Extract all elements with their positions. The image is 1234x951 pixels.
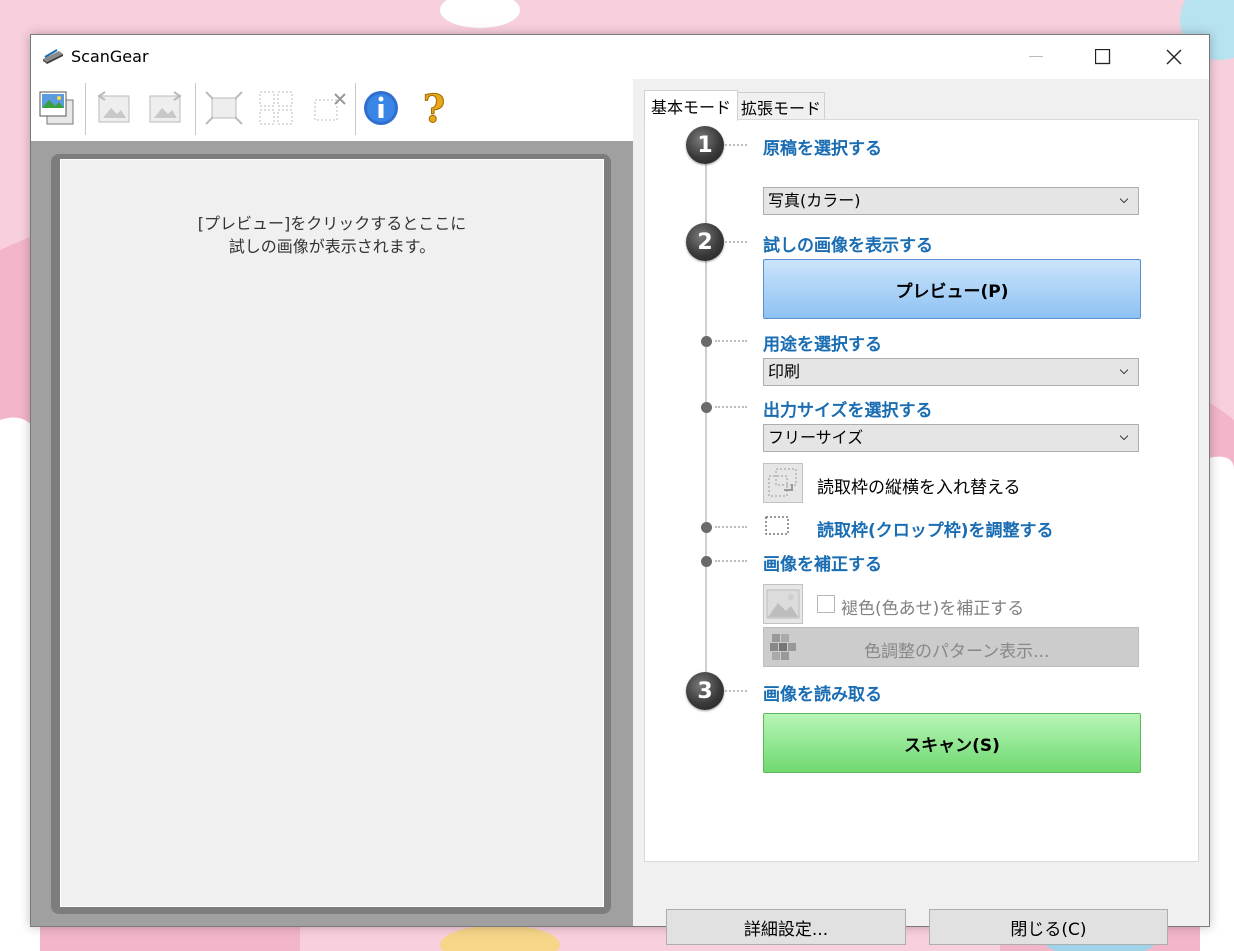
select-source-label: 原稿を選択する [763, 139, 882, 159]
image-correction-label: 画像を補正する [763, 555, 882, 575]
output-size-select[interactable]: フリーサイズ [763, 424, 1139, 452]
toolbar-separator [355, 83, 356, 135]
preview-frame: [プレビュー]をクリックするとここに 試しの画像が表示されます。 [51, 154, 611, 914]
preview-placeholder-text: [プレビュー]をクリックするとここに 試しの画像が表示されます。 [61, 212, 603, 258]
thumbnail-view-icon[interactable] [37, 86, 77, 130]
preview-canvas[interactable]: [プレビュー]をクリックするとここに 試しの画像が表示されます。 [60, 159, 604, 907]
landscape-image-icon [766, 589, 800, 619]
basic-mode-content: 1 原稿を選択する 写真(カラー) 2 試しの画像を表示する プレビュー(P) … [644, 119, 1199, 862]
substep-dot [701, 556, 712, 567]
preview-area: ? [プレビュー]をクリックするとここに 試しの画像が表示されます。 [31, 79, 633, 926]
close-window-button[interactable] [1139, 35, 1209, 79]
tab-basic-mode[interactable]: 基本モード [644, 90, 738, 121]
advanced-settings-button[interactable]: 詳細設定... [666, 909, 906, 945]
color-pattern-label: 色調整のパターン表示... [864, 642, 1050, 662]
substep-dot [701, 402, 712, 413]
connector-dash [715, 526, 747, 528]
preview-message-line1: [プレビュー]をクリックするとここに [197, 214, 467, 233]
toolbar-separator [195, 83, 196, 135]
preview-message-line2: 試しの画像が表示されます。 [228, 237, 436, 256]
swap-orientation-icon [768, 468, 797, 497]
substep-dot [701, 336, 712, 347]
step-2-badge: 2 [686, 223, 724, 261]
fade-correction-image-button [763, 584, 803, 624]
crop-frame-icon [765, 516, 789, 535]
adjust-crop-frame-label[interactable]: 読取枠(クロップ枠)を調整する [817, 516, 1054, 541]
scan-image-label: 画像を読み取る [763, 685, 882, 705]
scanner-app-icon [43, 49, 63, 64]
connector-dash [725, 144, 747, 146]
chevron-down-icon [1120, 369, 1128, 375]
show-preview-label: 試しの画像を表示する [763, 236, 933, 256]
title-bar[interactable]: ScanGear [31, 35, 1209, 79]
scan-button[interactable]: スキャン(S) [763, 713, 1141, 773]
settings-panel: 基本モード 拡張モード 1 原稿を選択する 写真(カラー) 2 試しの画像を表示… [634, 79, 1209, 945]
purpose-select-value: 印刷 [768, 362, 801, 381]
step-3-badge: 3 [686, 672, 724, 710]
scangear-window: ScanGear ? [プレビュー]をクリックするとここに 試しの画像が表示され… [30, 34, 1210, 945]
connector-dash [725, 241, 747, 243]
help-icon[interactable]: ? [414, 86, 454, 130]
info-icon[interactable] [361, 86, 401, 130]
connector-dash [725, 690, 747, 692]
maximize-button[interactable] [1068, 35, 1138, 79]
step-1-badge: 1 [686, 126, 724, 164]
select-all-frames-icon[interactable] [256, 86, 296, 130]
substep-dot [701, 522, 712, 533]
chevron-down-icon [1120, 435, 1128, 441]
close-icon [1166, 49, 1182, 65]
connector-dash [715, 560, 747, 562]
close-button[interactable]: 閉じる(C) [929, 909, 1168, 945]
auto-crop-icon[interactable] [204, 86, 244, 130]
preview-panel: [プレビュー]をクリックするとここに 試しの画像が表示されます。 [31, 141, 633, 926]
swap-frame-label: 読取枠の縦横を入れ替える [817, 478, 1021, 498]
output-size-select-value: フリーサイズ [768, 428, 864, 447]
rotate-right-icon[interactable] [146, 86, 186, 130]
connector-dash [715, 406, 747, 408]
toolbar-separator [85, 83, 86, 135]
fade-correction-label: 褪色(色あせ)を補正する [841, 599, 1025, 619]
purpose-select[interactable]: 印刷 [763, 358, 1139, 386]
svg-text:?: ? [423, 86, 445, 130]
connector-dash [715, 340, 747, 342]
select-purpose-label: 用途を選択する [763, 335, 882, 355]
remove-frame-icon[interactable] [311, 86, 351, 130]
rotate-left-icon[interactable] [95, 86, 135, 130]
toolbar: ? [31, 79, 633, 141]
minimize-button[interactable] [1001, 35, 1071, 79]
color-pattern-button[interactable]: 色調整のパターン表示... [763, 627, 1139, 667]
window-title: ScanGear [71, 47, 149, 66]
tab-advanced-mode[interactable]: 拡張モード [737, 92, 825, 122]
swap-frame-button[interactable] [763, 463, 803, 503]
fade-correction-checkbox[interactable] [817, 595, 835, 613]
source-select[interactable]: 写真(カラー) [763, 187, 1139, 215]
maximize-icon [1095, 49, 1111, 65]
preview-button[interactable]: プレビュー(P) [763, 259, 1141, 319]
color-pattern-icon [770, 634, 796, 660]
minimize-icon [1029, 56, 1043, 57]
select-output-size-label: 出力サイズを選択する [763, 401, 933, 421]
source-select-value: 写真(カラー) [768, 191, 861, 210]
chevron-down-icon [1120, 198, 1128, 204]
